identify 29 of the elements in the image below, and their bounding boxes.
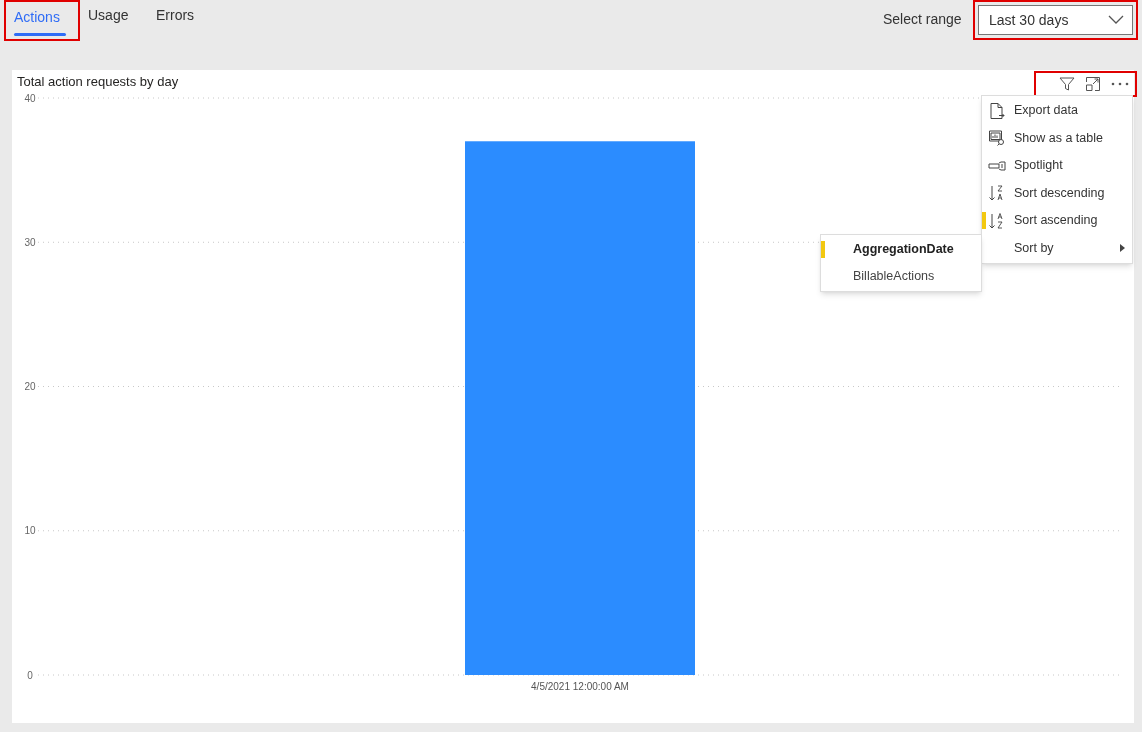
submenu-item[interactable]: BillableActions (821, 263, 981, 290)
filter-icon[interactable] (1059, 76, 1075, 92)
tab[interactable]: Usage (80, 0, 137, 41)
document-arrow-icon (988, 101, 1006, 120)
table-magnifier-icon (988, 129, 1006, 148)
chart-title: Total action requests by day (17, 73, 179, 91)
more-options-icon[interactable] (1111, 82, 1129, 86)
y-tick-label: 10 (24, 525, 36, 537)
menu-item[interactable]: Show as a table (982, 124, 1132, 152)
menu-item[interactable]: Spotlight (982, 152, 1132, 180)
menu-item[interactable]: Export data (982, 97, 1132, 125)
menu-item[interactable]: Sort descending (982, 179, 1132, 207)
menu-item[interactable]: Sort ascending (982, 207, 1132, 235)
x-axis-label: 4/5/2021 12:00:00 AM (531, 681, 629, 692)
y-tick-label: 20 (24, 381, 36, 392)
sort-descending-icon (988, 184, 1006, 203)
y-tick-label: 0 (27, 669, 33, 681)
y-tick-label: 40 (24, 92, 36, 104)
sort-ascending-icon (988, 211, 1006, 230)
chevron-down-icon (1108, 15, 1124, 25)
y-tick-label: 30 (24, 236, 36, 248)
menu-item[interactable]: Sort by (982, 234, 1132, 262)
submenu-arrow-icon (1120, 244, 1126, 253)
tab[interactable]: Actions (4, 0, 80, 41)
tab[interactable]: Errors (148, 0, 203, 41)
range-label: Select range (883, 10, 962, 29)
range-dropdown[interactable]: Last 30 days (973, 0, 1138, 40)
submenu-item[interactable]: AggregationDate (821, 236, 981, 263)
expand-icon[interactable] (1085, 76, 1101, 92)
